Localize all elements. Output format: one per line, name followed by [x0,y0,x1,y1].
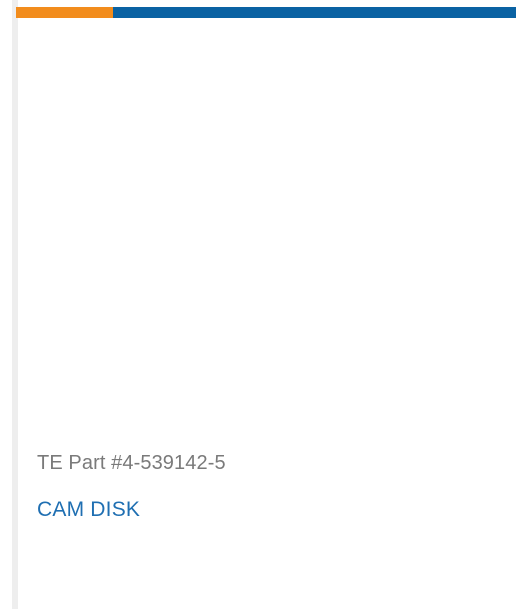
accent-bar [16,7,516,18]
accent-bar-blue [113,7,516,18]
product-card[interactable]: TE Part #4-539142-5 CAM DISK [18,18,516,609]
accent-bar-orange [16,7,113,18]
product-image-placeholder[interactable] [18,18,516,428]
product-name-link[interactable]: CAM DISK [37,498,140,522]
part-number: TE Part #4-539142-5 [37,452,226,474]
product-tile-page: TE Part #4-539142-5 CAM DISK [0,0,516,609]
